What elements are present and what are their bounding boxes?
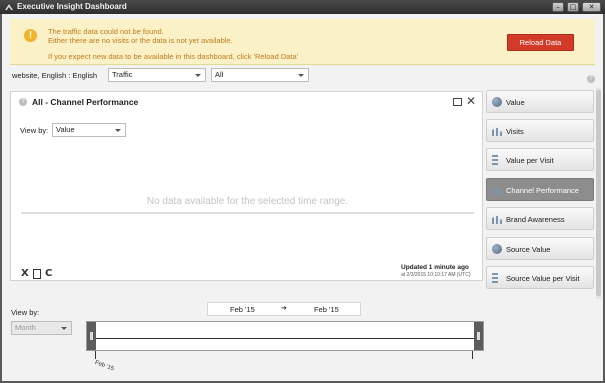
sidebar-item-label: Channel Performance (506, 186, 579, 195)
bar-chart-icon (492, 128, 502, 136)
updated-status: Updated 1 minute ago (401, 264, 469, 271)
bar-chart-icon (492, 187, 502, 195)
pie-icon (492, 97, 502, 107)
sidebar-item-label: Visits (506, 127, 524, 136)
sidebar-item-label: Source Value (506, 245, 551, 254)
empty-state-message: No data available for the selected time … (146, 196, 349, 207)
no-data-alert: ! The traffic data could not be found. E… (10, 19, 595, 65)
empty-chart-baseline (21, 212, 474, 214)
kpi-sidebar: Value Visits Value per Visit Channel Per… (485, 88, 601, 299)
refresh-icon[interactable]: C (45, 268, 52, 279)
help-icon[interactable]: ? (587, 75, 595, 83)
maximize-button[interactable]: □ (567, 2, 579, 12)
metric-dropdown[interactable]: Traffic (108, 68, 206, 82)
updated-timestamp: at 2/3/2015 10:10:17 AM (UTC) (401, 272, 471, 278)
chevron-down-icon (61, 327, 67, 330)
granularity-dropdown[interactable]: Month (11, 321, 72, 335)
dashboard-app: ! The traffic data could not be found. E… (2, 14, 603, 381)
timeline-slider[interactable] (86, 321, 484, 351)
sidebar-item-value-per-visit[interactable]: Value per Visit (486, 148, 594, 171)
close-window-button[interactable]: ✕ (582, 2, 601, 12)
range-start-date: Feb '15 (230, 305, 255, 314)
close-panel-icon[interactable]: ✕ (466, 94, 476, 108)
window-titlebar: Executive Insight Dashboard – □ ✕ (0, 0, 605, 14)
maximize-panel-icon[interactable] (453, 98, 462, 106)
export-document-icon[interactable] (33, 269, 41, 279)
sidebar-item-brand-awareness[interactable]: Brand Awareness (486, 207, 594, 230)
metric-dropdown-value: Traffic (112, 70, 133, 79)
timeline-tick-label: Feb '15 (93, 360, 115, 373)
chevron-down-icon (298, 74, 304, 77)
range-end-date: Feb '15 (314, 305, 339, 314)
chevron-down-icon (195, 74, 201, 77)
timeline-axis (95, 338, 477, 339)
sidebar-item-label: Source Value per Visit (506, 274, 580, 283)
view-by-label: View by: (20, 126, 49, 135)
sidebar-item-source-value-per-visit[interactable]: Source Value per Visit (486, 266, 594, 289)
sidebar-item-source-value[interactable]: Source Value (486, 237, 594, 260)
timeline-tick (95, 351, 96, 359)
help-icon[interactable]: ? (19, 98, 27, 106)
panel-title: All - Channel Performance (32, 97, 139, 107)
horizontal-bar-icon (492, 155, 498, 165)
reload-data-button[interactable]: Reload Data (507, 34, 574, 51)
website-language-label: website, English : English (12, 71, 98, 80)
pie-icon (492, 244, 502, 254)
sidebar-item-label: Value per Visit (506, 156, 554, 165)
segment-dropdown-value: All (215, 70, 224, 79)
segment-dropdown[interactable]: All (211, 68, 309, 82)
range-start-handle[interactable] (87, 322, 96, 350)
export-excel-icon[interactable]: X (21, 268, 29, 279)
granularity-value: Month (15, 323, 36, 332)
sidebar-item-value[interactable]: Value (486, 90, 594, 113)
sidebar-item-label: Brand Awareness (506, 215, 565, 224)
sidebar-item-visits[interactable]: Visits (486, 119, 594, 142)
range-end-handle[interactable] (474, 322, 483, 350)
window-title: Executive Insight Dashboard (17, 2, 127, 11)
view-by-value: Value (56, 125, 75, 134)
alert-line-3: If you expect new data to be available i… (48, 52, 299, 61)
app-logo-icon (5, 4, 13, 10)
scrollbar-thumb[interactable] (596, 90, 601, 296)
arrow-right-icon: ➔ (281, 304, 287, 312)
filter-bar: website, English : English Traffic All ? (2, 66, 603, 86)
minimize-button[interactable]: – (552, 2, 564, 12)
chevron-down-icon (115, 129, 121, 132)
date-range-display: Feb '15 ➔ Feb '15 (207, 302, 361, 316)
sidebar-item-label: Value (506, 98, 525, 107)
view-by-dropdown[interactable]: Value (52, 123, 126, 137)
timeline-tick (472, 351, 473, 359)
timeline-view-by-label: View by: (11, 308, 40, 317)
warning-icon: ! (24, 29, 37, 42)
sidebar-item-channel-performance[interactable]: Channel Performance (486, 178, 594, 201)
bar-chart-icon (492, 216, 502, 224)
sidebar-scrollbar[interactable] (596, 88, 601, 299)
horizontal-bar-icon (492, 273, 498, 283)
alert-line-1: The traffic data could not be found. (48, 27, 164, 36)
channel-performance-panel: ? All - Channel Performance ✕ View by: V… (10, 91, 483, 281)
alert-line-2: Either there are no visits or the data i… (48, 36, 233, 45)
